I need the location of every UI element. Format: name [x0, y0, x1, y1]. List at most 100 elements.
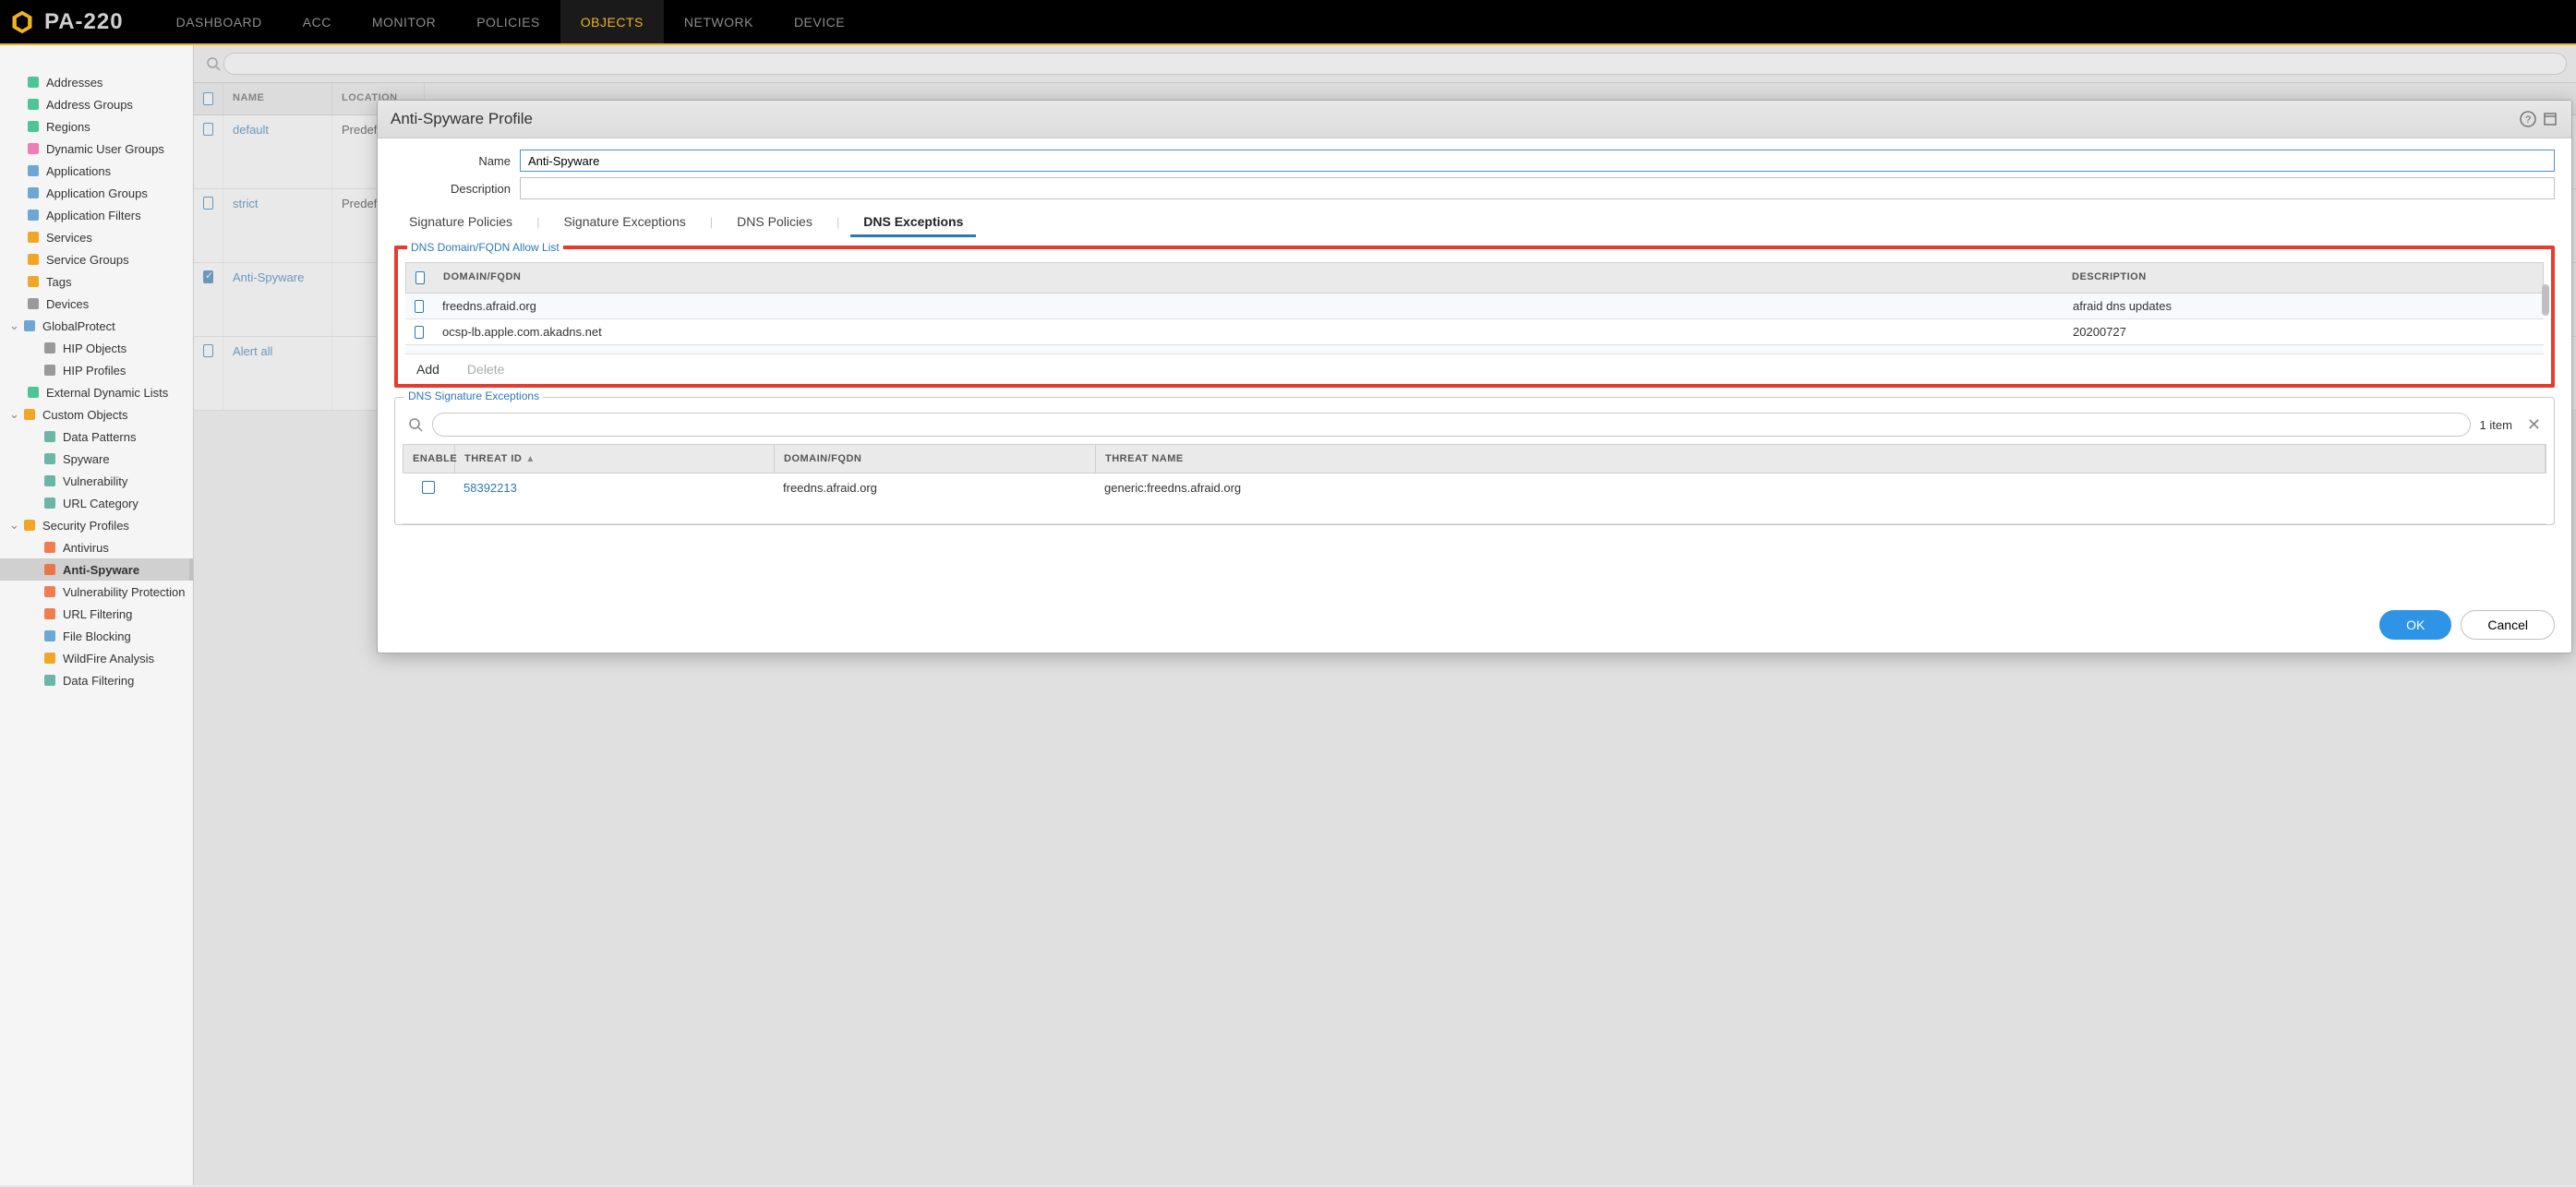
sigex-row[interactable]: 58392213freedns.afraid.orggeneric:freedn… — [403, 474, 2546, 524]
delete-button[interactable]: Delete — [467, 362, 504, 377]
allow-list-row[interactable]: freedns.afraid.orgafraid dns updates — [405, 294, 2544, 319]
sidebar-item-service-groups[interactable]: Service Groups — [0, 248, 193, 270]
scrollbar-thumb[interactable] — [2542, 284, 2549, 316]
nav-policies[interactable]: POLICIES — [456, 0, 560, 43]
nav-dashboard[interactable]: DASHBOARD — [156, 0, 283, 43]
nav-network[interactable]: NETWORK — [664, 0, 774, 43]
allow-list-actions: Add Delete — [398, 354, 2551, 384]
row-description: 20200727 — [2064, 319, 2544, 344]
tags-icon — [26, 274, 41, 289]
sidebar-item-hip-profiles[interactable]: HIP Profiles — [0, 359, 193, 381]
row-name[interactable]: default — [223, 115, 332, 188]
row-threat-name: generic:freedns.afraid.org — [1095, 474, 2546, 502]
row-name[interactable]: Alert all — [223, 337, 332, 410]
help-icon[interactable]: ? — [2520, 111, 2536, 127]
custom-icon — [22, 407, 37, 422]
sidebar-item-addresses[interactable]: Addresses — [0, 71, 193, 93]
tab-separator: | — [536, 215, 539, 229]
apps-icon — [26, 163, 41, 178]
sidebar-item-application-filters[interactable]: Application Filters — [0, 204, 193, 226]
nav-acc[interactable]: ACC — [283, 0, 352, 43]
tab-signature-exceptions[interactable]: Signature Exceptions — [560, 209, 689, 234]
window-icon[interactable] — [2542, 111, 2558, 127]
grid-header-name[interactable]: NAME — [223, 83, 332, 114]
row-name[interactable]: strict — [223, 189, 332, 262]
dyngroup-icon — [26, 141, 41, 156]
sidebar-item-vulnerability-protection[interactable]: Vulnerability Protection — [0, 581, 193, 603]
row-checkbox[interactable] — [405, 319, 433, 344]
top-bar: PA-220 DASHBOARDACCMONITORPOLICIESOBJECT… — [0, 0, 2576, 45]
sidebar-item-services[interactable]: Services — [0, 226, 193, 248]
row-checkbox[interactable] — [194, 337, 223, 410]
sidebar-item-address-groups[interactable]: Address Groups — [0, 93, 193, 115]
sidebar-item-applications[interactable]: Applications — [0, 160, 193, 182]
row-checkbox[interactable] — [194, 115, 223, 188]
tab-signature-policies[interactable]: Signature Policies — [405, 209, 516, 234]
name-label: Name — [394, 154, 520, 168]
sidebar-item-antivirus[interactable]: Antivirus — [0, 536, 193, 558]
content-search-input[interactable] — [223, 53, 2567, 75]
sidebar-item-label: Spyware — [63, 452, 110, 466]
sigex-header-threat-name[interactable]: THREAT NAME — [1096, 445, 2546, 473]
sidebar-item-anti-spyware[interactable]: Anti-Spyware — [0, 558, 193, 581]
allow-list-row[interactable]: ocsp-lb.apple.com.akadns.net20200727 — [405, 319, 2544, 345]
sidebar-item-file-blocking[interactable]: File Blocking — [0, 625, 193, 647]
sidebar-item-spyware[interactable]: Spyware — [0, 448, 193, 470]
sidebar-item-label: URL Filtering — [63, 607, 132, 621]
row-checkbox[interactable] — [405, 294, 433, 318]
allow-list-header: DOMAIN/FQDN DESCRIPTION — [405, 262, 2544, 294]
clear-icon[interactable]: ✕ — [2522, 415, 2546, 435]
row-threat-id[interactable]: 58392213 — [454, 474, 774, 502]
sidebar-item-tags[interactable]: Tags — [0, 270, 193, 293]
tab-dns-exceptions[interactable]: DNS Exceptions — [860, 209, 967, 234]
ok-button[interactable]: OK — [2379, 610, 2451, 640]
services-icon — [26, 230, 41, 245]
name-input[interactable] — [520, 150, 2555, 172]
search-icon — [408, 417, 423, 432]
sidebar-item-data-patterns[interactable]: Data Patterns — [0, 426, 193, 448]
row-checkbox[interactable] — [194, 189, 223, 262]
allow-list-header-description[interactable]: DESCRIPTION — [2063, 263, 2543, 293]
sidebar-item-label: Devices — [46, 297, 89, 311]
grid-header-checkbox[interactable] — [194, 83, 223, 114]
modal-title-text: Anti-Spyware Profile — [391, 110, 533, 128]
allow-list-header-domain[interactable]: DOMAIN/FQDN — [434, 263, 2063, 293]
cancel-button[interactable]: Cancel — [2461, 610, 2555, 640]
sigex-header-threat-id[interactable]: THREAT ID▲ — [455, 445, 775, 473]
nav-monitor[interactable]: MONITOR — [352, 0, 456, 43]
sigex-header-domain[interactable]: DOMAIN/FQDN — [775, 445, 1096, 473]
sidebar-item-hip-objects[interactable]: HIP Objects — [0, 337, 193, 359]
sidebar-item-application-groups[interactable]: Application Groups — [0, 182, 193, 204]
sidebar-item-globalprotect[interactable]: ⌄GlobalProtect — [0, 315, 193, 337]
sidebar-item-security-profiles[interactable]: ⌄Security Profiles — [0, 514, 193, 536]
sidebar-item-label: Application Groups — [46, 186, 148, 200]
sigex-header-enable[interactable]: ENABLE — [403, 445, 455, 473]
df-icon — [42, 673, 57, 688]
row-checkbox[interactable] — [194, 263, 223, 336]
modal-footer: OK Cancel — [378, 597, 2571, 653]
sidebar-item-vulnerability[interactable]: Vulnerability — [0, 470, 193, 492]
add-button[interactable]: Add — [416, 362, 439, 377]
nav-objects[interactable]: OBJECTS — [560, 0, 664, 43]
allow-list-header-checkbox[interactable] — [406, 263, 434, 293]
sidebar-item-label: GlobalProtect — [42, 319, 115, 333]
sigex-search-input[interactable] — [432, 413, 2471, 437]
sidebar-item-external-dynamic-lists[interactable]: External Dynamic Lists — [0, 381, 193, 403]
sidebar-item-data-filtering[interactable]: Data Filtering — [0, 669, 193, 691]
description-input[interactable] — [520, 177, 2555, 199]
nav-device[interactable]: DEVICE — [774, 0, 865, 43]
row-name[interactable]: Anti-Spyware — [223, 263, 332, 336]
svcgroup-icon — [26, 252, 41, 267]
sidebar-item-devices[interactable]: Devices — [0, 293, 193, 315]
sidebar-item-url-filtering[interactable]: URL Filtering — [0, 603, 193, 625]
sidebar-item-regions[interactable]: Regions — [0, 115, 193, 138]
description-label: Description — [394, 182, 520, 196]
sidebar-item-wildfire-analysis[interactable]: WildFire Analysis — [0, 647, 193, 669]
main-nav: DASHBOARDACCMONITORPOLICIESOBJECTSNETWOR… — [156, 0, 865, 43]
tab-dns-policies[interactable]: DNS Policies — [733, 209, 816, 234]
row-enable-checkbox[interactable] — [403, 474, 454, 501]
sidebar-item-label: Antivirus — [63, 541, 109, 555]
sidebar-item-url-category[interactable]: URL Category — [0, 492, 193, 514]
sidebar-item-custom-objects[interactable]: ⌄Custom Objects — [0, 403, 193, 426]
sidebar-item-dynamic-user-groups[interactable]: Dynamic User Groups — [0, 138, 193, 160]
